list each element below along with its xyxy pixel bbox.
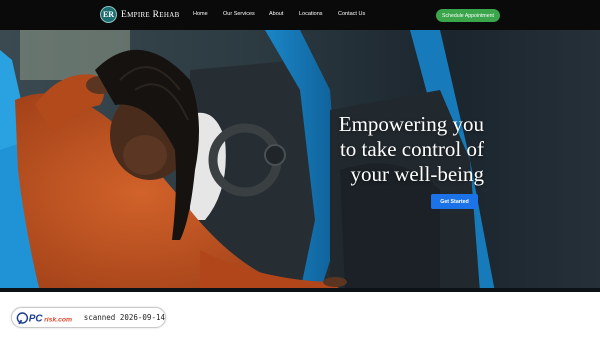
hero-heading-line-1: Empowering you	[338, 112, 484, 136]
nav-about[interactable]: About	[269, 11, 283, 17]
scan-watermark: PC risk.com scanned 2026-09-14	[11, 307, 166, 328]
hero-heading-line-3: your well-being	[350, 162, 484, 186]
site-header: ER Empire Rehab Home Our Services About …	[0, 0, 600, 30]
get-started-button[interactable]: Get Started	[431, 194, 478, 209]
svg-text:risk.com: risk.com	[44, 316, 72, 323]
svg-text:PC: PC	[29, 313, 44, 324]
brand-logo[interactable]: ER Empire Rehab	[100, 6, 180, 23]
nav-home[interactable]: Home	[193, 11, 208, 17]
scan-date-text: scanned 2026-09-14	[83, 313, 165, 322]
hero-heading-line-2: to take control of	[339, 137, 484, 161]
hero-heading: Empowering you to take control of your w…	[322, 112, 484, 187]
schedule-appointment-button[interactable]: Schedule Appointment	[436, 9, 500, 22]
nav-our-services[interactable]: Our Services	[223, 11, 255, 17]
pcrisk-logo-icon: PC risk.com	[16, 311, 72, 324]
nav-locations[interactable]: Locations	[299, 11, 323, 17]
nav-contact-us[interactable]: Contact Us	[338, 11, 365, 17]
brand-name: Empire Rehab	[121, 9, 180, 20]
hero-image	[0, 30, 600, 292]
logo-mark-icon: ER	[100, 6, 117, 23]
hero-section: Empowering you to take control of your w…	[0, 30, 600, 292]
